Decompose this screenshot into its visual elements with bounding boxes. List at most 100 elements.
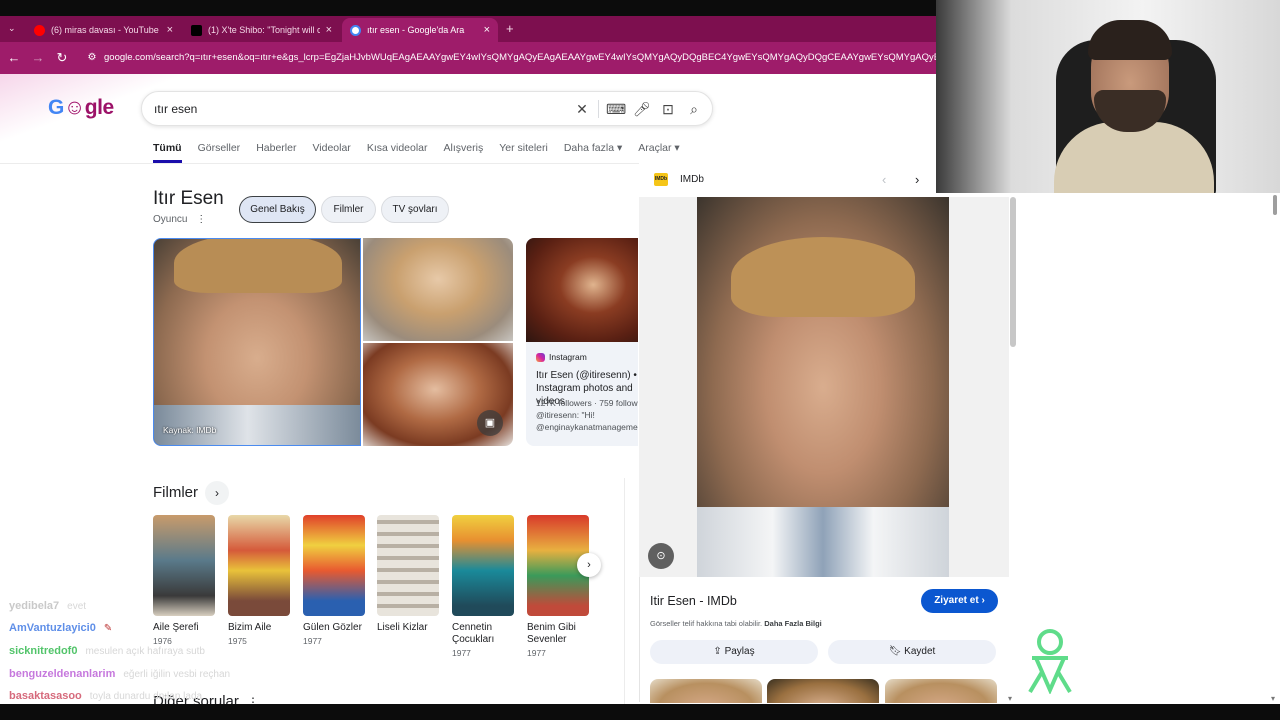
instagram-source: Instagram (536, 352, 587, 362)
related-image[interactable] (767, 679, 879, 703)
chat-message: AmVantuzlayici0 ✎ (9, 622, 112, 634)
back-icon[interactable]: ← (6, 50, 22, 65)
tab-shopping[interactable]: Alışveriş (444, 142, 484, 163)
next-icon[interactable]: › (915, 172, 919, 187)
tab-news[interactable]: Haberler (256, 142, 296, 163)
tab-videos[interactable]: Videolar (312, 142, 350, 163)
films-next-icon[interactable]: › (577, 553, 601, 577)
entity-title: Itır Esen (153, 188, 224, 209)
learn-more-link[interactable]: Daha Fazla Bilgi (764, 619, 822, 628)
films-more-icon[interactable]: › (205, 481, 229, 505)
tab-tools[interactable]: Araçlar ▾ (638, 142, 679, 163)
x-logo-icon (191, 24, 202, 36)
tab-all[interactable]: Tümü (153, 142, 182, 163)
search-box[interactable]: ıtır esen ✕ ⌨ 🎤︎ ⊡ ⌕ (141, 91, 713, 126)
photo-caption: Kaynak: IMDb (163, 425, 217, 435)
chat-text: toyla dunardu dnılan lada (89, 691, 203, 702)
close-icon[interactable]: × (484, 24, 490, 36)
scroll-down-icon[interactable]: ▾ (1008, 694, 1012, 703)
microphone-icon[interactable]: 🎤︎ (633, 101, 651, 118)
url-field[interactable]: google.com/search?q=ıtır+esen&oq=ıtır+e&… (104, 52, 936, 63)
clear-icon[interactable]: ✕ (574, 101, 590, 118)
tab-short-videos[interactable]: Kısa videolar (367, 142, 428, 163)
entity-subtitle: Oyuncu ⋮ (153, 214, 206, 225)
film-card[interactable]: Cennetin Çocukları 1977 (452, 515, 514, 658)
photo-coat (697, 507, 949, 577)
related-image[interactable] (650, 679, 762, 703)
tab-images[interactable]: Görseller (198, 142, 241, 163)
tab-places[interactable]: Yer siteleri (499, 142, 548, 163)
related-image[interactable] (885, 679, 997, 703)
film-card[interactable]: Gülen Gözler 1977 (303, 515, 365, 646)
google-icon (350, 24, 361, 36)
new-tab-button[interactable]: + (506, 21, 514, 36)
instagram-card[interactable]: Instagram Itır Esen (@itiresenn) • Insta… (526, 238, 638, 446)
window-top-edge (0, 0, 936, 16)
tab-x[interactable]: (1) X'te Shibo: "Tonight will cha × (183, 18, 340, 42)
film-title: Aile Şerefi (153, 622, 199, 633)
lens-icon[interactable]: ⊡ (660, 101, 676, 118)
save-button[interactable]: 🔖︎ Kaydet (828, 640, 996, 664)
visit-button[interactable]: Ziyaret et › (921, 589, 998, 613)
image-search-icon[interactable]: ▣ (477, 410, 503, 436)
search-icon[interactable]: ⌕ (686, 101, 702, 118)
bookmark-icon: 🔖︎ (888, 646, 902, 657)
film-card[interactable]: Bizim Aile 1975 (228, 515, 290, 646)
tab-youtube[interactable]: (6) miras davası - YouTube × (26, 18, 181, 42)
film-year: 1977 (452, 648, 471, 658)
notice-text: Görseller telif hakkına tabi olabilir. (650, 619, 763, 628)
film-year: 1977 (303, 636, 322, 646)
chat-text: evet (67, 601, 87, 612)
page-scrollbar[interactable] (1273, 195, 1277, 215)
chat-message: yedibela7 evet (9, 600, 86, 612)
photo-hair (731, 237, 915, 317)
film-card[interactable]: Liseli Kizlar (377, 515, 439, 636)
film-title: Benim Gibi Sevenler (527, 622, 576, 645)
google-logo[interactable]: G☺gle (48, 96, 114, 120)
search-input[interactable]: ıtır esen (154, 102, 197, 116)
viewer-source[interactable]: IMDb (680, 174, 704, 185)
more-options-icon[interactable]: ⋮ (196, 214, 206, 225)
close-icon[interactable]: × (167, 24, 173, 36)
viewer-image[interactable] (697, 197, 949, 577)
imdb-icon: IMDb (654, 173, 668, 186)
chip-overview[interactable]: Genel Bakış (239, 196, 316, 223)
webcam-feed (936, 0, 1280, 193)
tab-more[interactable]: Daha fazla ▾ (564, 142, 622, 163)
films-heading[interactable]: Filmler (153, 484, 198, 501)
film-card[interactable]: Benim Gibi Sevenler 1977 (527, 515, 589, 658)
keyboard-icon[interactable]: ⌨ (606, 101, 626, 118)
film-year: 1975 (228, 636, 247, 646)
film-poster (377, 515, 439, 616)
chat-text: mesulen açık hafıraya sutb (85, 646, 205, 657)
chip-films[interactable]: Filmler (321, 196, 376, 223)
main-photo[interactable]: Kaynak: IMDb (153, 238, 361, 446)
previous-icon[interactable]: ‹ (882, 172, 886, 187)
lens-search-icon[interactable]: ⊙ (648, 543, 674, 569)
streamer-hair (1088, 20, 1172, 60)
tab-google[interactable]: ıtır esen - Google'da Ara × (342, 18, 498, 42)
forward-icon[interactable]: → (30, 50, 46, 65)
reload-icon[interactable]: ↻ (54, 50, 70, 66)
film-card[interactable]: Aile Şerefi 1976 (153, 515, 215, 646)
visit-label: Ziyaret et (934, 595, 979, 606)
close-icon[interactable]: × (326, 24, 332, 36)
tab-search-icon[interactable]: ⌄ (8, 23, 16, 34)
chat-message: basaktasasoo toyla dunardu dnılan lada (9, 690, 202, 702)
scroll-down-icon[interactable]: ▾ (1271, 694, 1275, 703)
film-year: 1977 (527, 648, 546, 658)
viewer-scrollbar[interactable] (1010, 197, 1016, 347)
chip-tv-shows[interactable]: TV şovları (381, 196, 449, 223)
instagram-icon (536, 352, 545, 362)
photo-3[interactable]: ▣ (363, 343, 513, 446)
photo-2[interactable] (363, 238, 513, 341)
chat-user: sicknitredof0 (9, 645, 78, 657)
emote-icon: ✎ (103, 623, 113, 634)
viewer-title[interactable]: Itir Esen - IMDb (650, 594, 737, 608)
chat-message: benguzeldenanlarim eğerli iğilin vesbi re… (9, 668, 230, 680)
window-bottom-edge (0, 704, 1280, 720)
divider (598, 100, 599, 118)
chat-user: benguzeldenanlarim (9, 668, 116, 680)
share-button[interactable]: ⇪ Paylaş (650, 640, 818, 664)
site-info-icon[interactable]: ⚙ (84, 52, 100, 63)
